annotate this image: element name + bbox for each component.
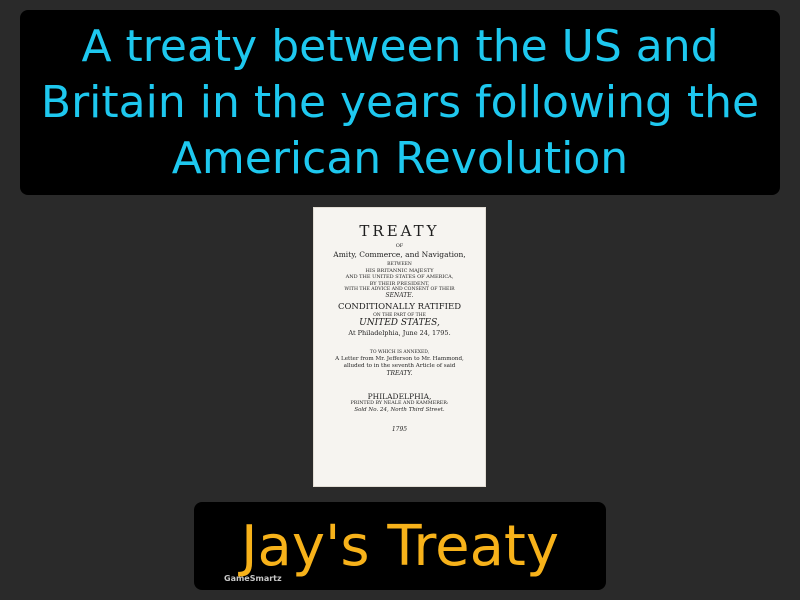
doc-line: Amity, Commerce, and Navigation, (333, 250, 466, 259)
doc-title: TREATY (359, 222, 440, 240)
doc-line: Sold No. 24, North Third Street. (354, 407, 445, 414)
doc-line: SENATE. (385, 292, 414, 300)
doc-line: UNITED STATES, (359, 318, 440, 329)
doc-line: CONDITIONALLY RATIFIED (337, 301, 462, 312)
treaty-document-image: TREATY OF Amity, Commerce, and Navigatio… (313, 207, 486, 487)
doc-line: TREATY. (386, 370, 413, 378)
doc-line: OF (395, 242, 404, 249)
term-title: Jay's Treaty (241, 513, 559, 579)
doc-line: TO WHICH IS ANNEXED, (369, 349, 430, 355)
definition-text: A treaty between the US and Britain in t… (40, 20, 760, 184)
doc-line: A Letter from Mr. Jefferson to Mr. Hammo… (335, 356, 464, 363)
doc-line: At Philadelphia, June 24, 1795. (348, 329, 451, 338)
brand-logo: GameSmartz (224, 574, 282, 583)
doc-line: alluded to in the seventh Article of sai… (343, 363, 456, 370)
definition-panel: A treaty between the US and Britain in t… (20, 10, 780, 195)
doc-line: PHILADELPHIA, (367, 391, 432, 401)
doc-line: 1795 (391, 425, 408, 433)
